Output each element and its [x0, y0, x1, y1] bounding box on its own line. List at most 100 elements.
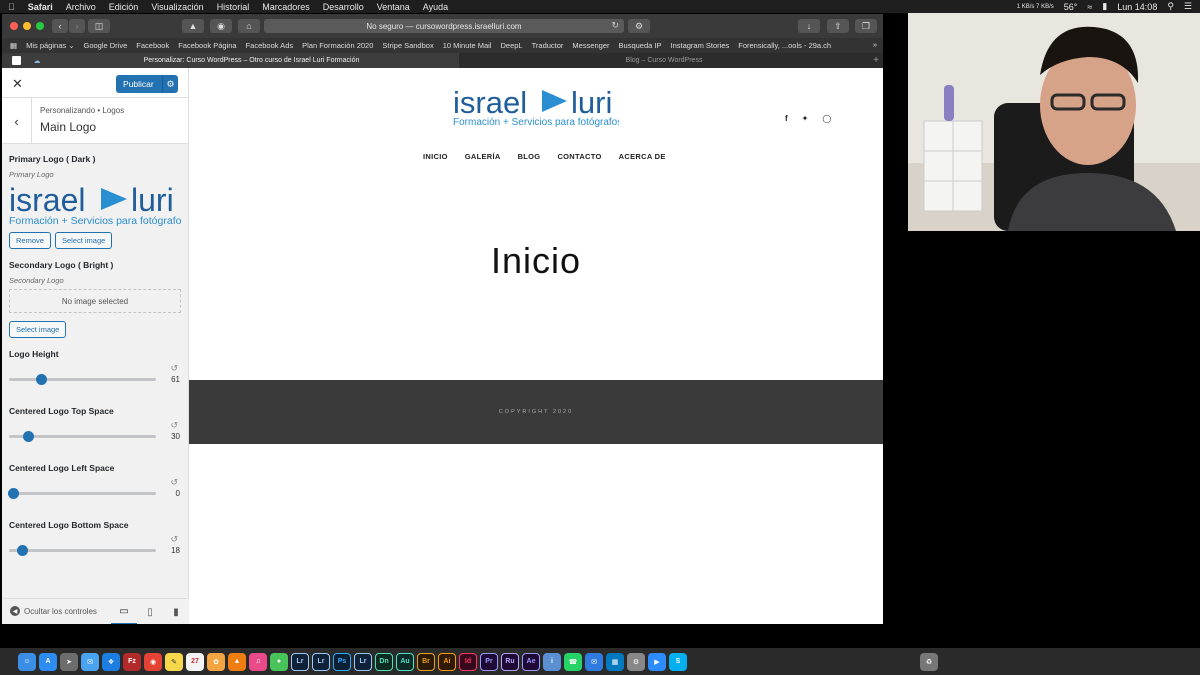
tabs-overview-icon[interactable]: ❐	[855, 19, 877, 33]
menu-edicion[interactable]: Edición	[109, 2, 139, 12]
dock-lightroom-2-icon[interactable]: Lr	[354, 652, 372, 671]
dock-photoshop-icon[interactable]: Ps	[333, 652, 351, 671]
back-button[interactable]: ‹	[52, 19, 68, 33]
dock-illustrator-icon[interactable]: Ai	[438, 652, 456, 671]
bookmark-item[interactable]: Mis páginas ⌄	[26, 41, 74, 50]
bookmark-item[interactable]: DeepL	[500, 41, 522, 50]
dock-trello-icon[interactable]: ▦	[606, 652, 624, 671]
primary-logo-preview[interactable]: israel luri Formación + Servicios para f…	[9, 182, 187, 227]
bookmark-item[interactable]: Busqueda IP	[619, 41, 662, 50]
reader-extension-icon[interactable]: ▲	[182, 19, 204, 33]
instagram-icon[interactable]: ◯	[822, 114, 831, 123]
slider-thumb[interactable]	[17, 545, 28, 556]
reset-icon[interactable]: ↺	[170, 477, 178, 488]
slider-thumb[interactable]	[36, 374, 47, 385]
dock-notes-icon[interactable]: ✎	[165, 652, 183, 671]
site-logo[interactable]: israel luri Formación + Servicios para f…	[453, 84, 622, 128]
menu-app-name[interactable]: Safari	[28, 2, 53, 12]
menu-archivo[interactable]: Archivo	[66, 2, 96, 12]
publish-button[interactable]: Publicar ⚙	[116, 75, 178, 93]
dock-skype-icon[interactable]: S	[669, 652, 687, 671]
sidebar-toggle-icon[interactable]: ◫	[88, 19, 110, 33]
slider-thumb[interactable]	[8, 488, 19, 499]
facebook-icon[interactable]: f	[785, 114, 788, 123]
dock-filezilla-icon[interactable]: Fz	[123, 652, 141, 671]
menu-visualizacion[interactable]: Visualización	[151, 2, 203, 12]
slider-track[interactable]	[9, 378, 156, 381]
home-icon[interactable]: ⌂	[238, 19, 260, 33]
mobile-preview-icon[interactable]: ▮	[163, 599, 189, 624]
nav-blog[interactable]: BLOG	[518, 152, 541, 161]
dock-finder-icon[interactable]: ☺	[18, 652, 36, 671]
apple-icon[interactable]: 	[8, 2, 15, 12]
nav-galeria[interactable]: GALERÍA	[465, 152, 501, 161]
battery-icon[interactable]: ▮	[1102, 1, 1107, 12]
address-bar[interactable]: No seguro — cursowordpress.israelluri.co…	[264, 19, 624, 33]
dock-audition-icon[interactable]: Au	[396, 652, 414, 671]
dock-whatsapp-icon[interactable]: ☎	[564, 652, 582, 671]
dock-info-icon[interactable]: i	[543, 652, 561, 671]
bookmark-item[interactable]: Facebook Página	[178, 41, 236, 50]
dock-aftereffects-icon[interactable]: Ae	[522, 652, 540, 671]
reset-icon[interactable]: ↺	[170, 363, 178, 374]
reload-icon[interactable]: ↻	[611, 20, 619, 31]
dock-mail-icon[interactable]: ✉	[81, 652, 99, 671]
slider-track[interactable]	[9, 549, 156, 552]
reset-icon[interactable]: ↺	[170, 420, 178, 431]
close-customizer-icon[interactable]: ✕	[12, 76, 23, 92]
slider-thumb[interactable]	[23, 431, 34, 442]
dock-messages-icon[interactable]: ●	[270, 652, 288, 671]
close-window-button[interactable]	[10, 22, 18, 30]
menu-ventana[interactable]: Ventana	[377, 2, 410, 12]
share-icon[interactable]: ⇧	[827, 19, 849, 33]
forward-button[interactable]: ›	[69, 19, 85, 33]
downloads-icon[interactable]: ↓	[798, 19, 820, 33]
slider-track[interactable]	[9, 492, 156, 495]
dock-lightroom-icon[interactable]: Lr	[291, 652, 309, 671]
bookmarks-overflow-icon[interactable]: »	[873, 40, 877, 49]
dock-zoom-icon[interactable]: ▶	[648, 652, 666, 671]
menu-ayuda[interactable]: Ayuda	[423, 2, 448, 12]
wifi-icon[interactable]: ≈	[1087, 2, 1092, 12]
nav-inicio[interactable]: INICIO	[423, 152, 448, 161]
remove-logo-button[interactable]: Remove	[9, 232, 51, 249]
dock-bridge-icon[interactable]: Br	[417, 652, 435, 671]
bookmark-item[interactable]: Traductor	[532, 41, 564, 50]
nav-acerca-de[interactable]: ACERCA DE	[619, 152, 666, 161]
menu-desarrollo[interactable]: Desarrollo	[323, 2, 364, 12]
select-primary-image-button[interactable]: Select image	[54, 232, 113, 249]
dock-indesign-icon[interactable]: Id	[459, 652, 477, 671]
dock-itunes-icon[interactable]: ♫	[249, 652, 267, 671]
dock-lightroom-classic-icon[interactable]: Lr	[312, 652, 330, 671]
clock[interactable]: Lun 14:08	[1117, 2, 1157, 12]
bookmark-item[interactable]: Facebook Ads	[246, 41, 294, 50]
dock-appstore-icon[interactable]: A	[39, 652, 57, 671]
menu-marcadores[interactable]: Marcadores	[262, 2, 310, 12]
bookmark-item[interactable]: Google Drive	[83, 41, 127, 50]
bookmark-item[interactable]: Facebook	[136, 41, 169, 50]
twitter-icon[interactable]: ✦	[802, 114, 809, 123]
bookmark-item[interactable]: Instagram Stories	[670, 41, 729, 50]
settings-extension-icon[interactable]: ⚙	[628, 19, 650, 33]
bookmark-item[interactable]: Plan Formación 2020	[302, 41, 373, 50]
publish-settings-icon[interactable]: ⚙	[162, 75, 178, 93]
reset-icon[interactable]: ↺	[170, 534, 178, 545]
dock-launchpad-icon[interactable]: ➤	[60, 652, 78, 671]
notifications-icon[interactable]: ☰	[1184, 1, 1192, 12]
dock-trash-icon[interactable]: ♻	[920, 652, 938, 671]
tab-customizer[interactable]: Personalizar: Curso WordPress – Otro cur…	[44, 53, 459, 68]
new-tab-button[interactable]: +	[869, 53, 883, 68]
nav-contacto[interactable]: CONTACTO	[557, 152, 601, 161]
tablet-preview-icon[interactable]: ▯	[137, 599, 163, 624]
dock-rush-icon[interactable]: Ru	[501, 652, 519, 671]
bookmark-item[interactable]: Forensically, ...ools - 29a.ch	[738, 41, 831, 50]
dock-dimension-icon[interactable]: Dn	[375, 652, 393, 671]
dock-calendar-icon[interactable]: 27	[186, 652, 204, 671]
hide-controls-button[interactable]: ◀ Ocultar los controles	[10, 606, 97, 616]
dock-vlc-icon[interactable]: ▲	[228, 652, 246, 671]
desktop-preview-icon[interactable]: ▭	[111, 599, 137, 624]
dock-chrome-icon[interactable]: ◉	[144, 652, 162, 671]
tab-blog[interactable]: Blog – Curso WordPress	[459, 53, 869, 68]
menu-historial[interactable]: Historial	[217, 2, 250, 12]
shield-extension-icon[interactable]: ◉	[210, 19, 232, 33]
